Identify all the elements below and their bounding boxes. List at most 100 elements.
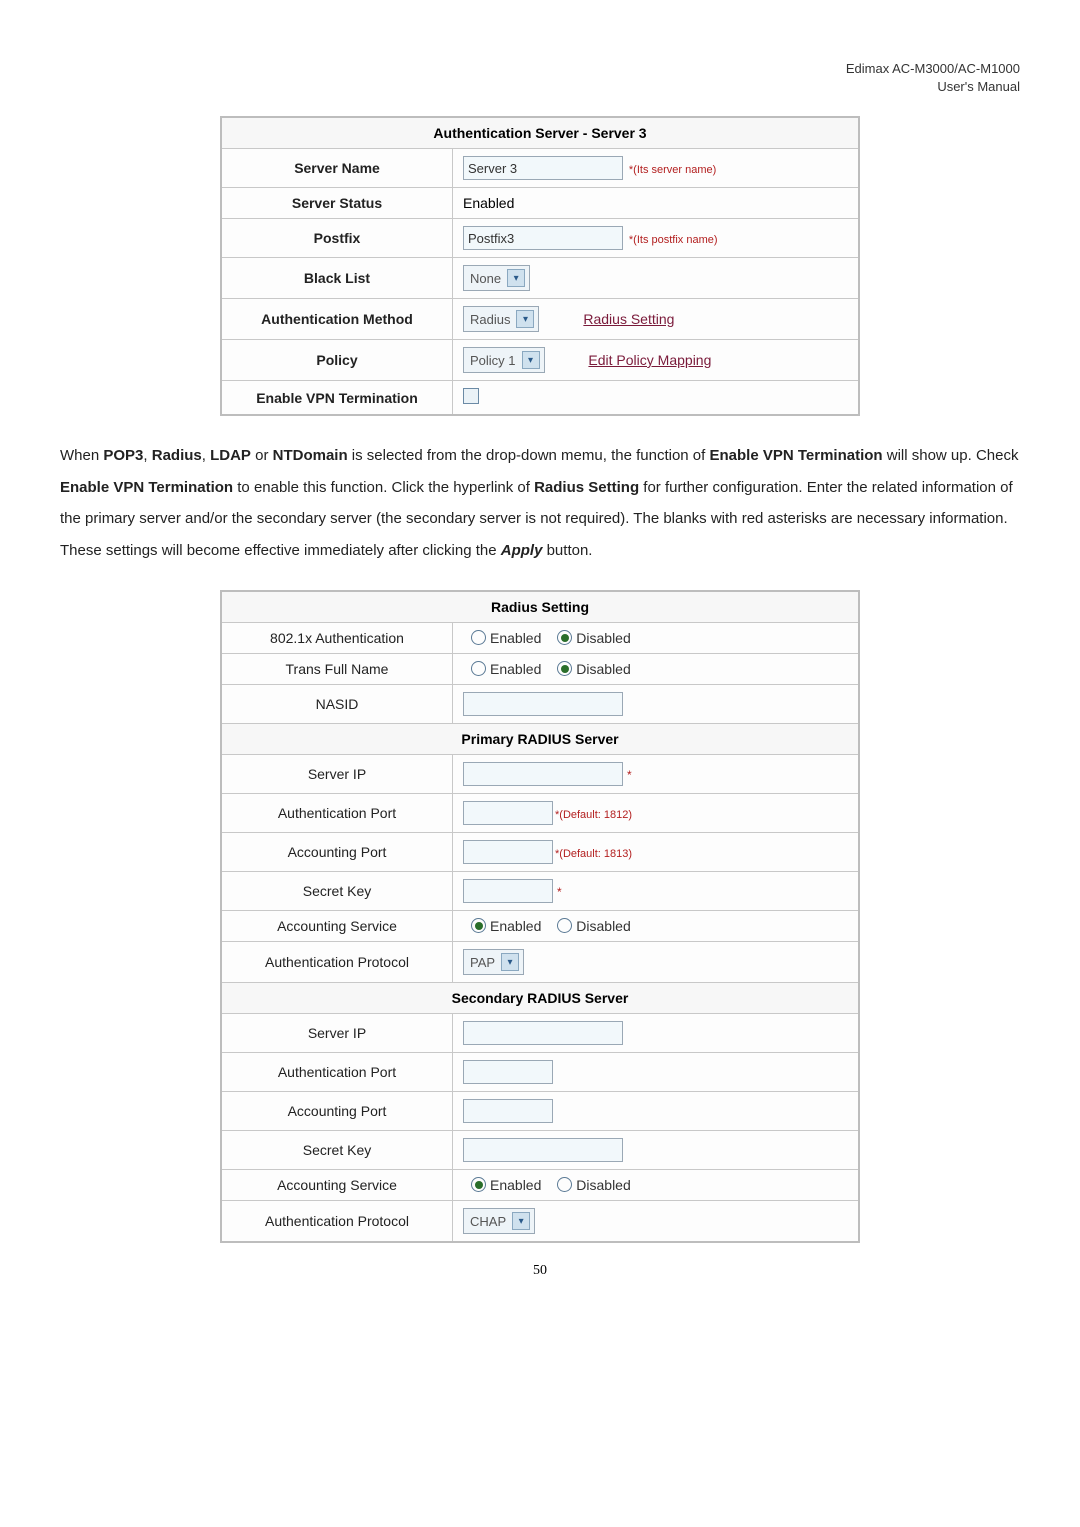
label-pri-serverip: Server IP (221, 755, 453, 794)
server-name-hint: *(Its server name) (627, 164, 716, 176)
auth-method-dropdown[interactable]: Radius ▾ (463, 306, 539, 332)
para-bold: Radius (152, 447, 202, 464)
radio-pri-acct-disabled[interactable] (557, 918, 572, 933)
label-server-status: Server Status (221, 188, 453, 219)
label-sec-acctservice: Accounting Service (221, 1170, 453, 1201)
auth-method-value: Radius (470, 312, 510, 327)
radio-label: Enabled (490, 630, 541, 646)
sec-acctport-input[interactable] (463, 1099, 553, 1123)
chevron-down-icon: ▾ (522, 351, 540, 369)
sec-authport-input[interactable] (463, 1060, 553, 1084)
label-sec-secret: Secret Key (221, 1131, 453, 1170)
description-paragraph: When POP3, Radius, LDAP or NTDomain is s… (60, 440, 1020, 566)
label-nasid: NASID (221, 685, 453, 724)
label-sec-authport: Authentication Port (221, 1053, 453, 1092)
label-blacklist: Black List (221, 258, 453, 299)
server-status-value: Enabled (453, 188, 860, 219)
radio-8021x-enabled[interactable] (471, 630, 486, 645)
sec-secret-input[interactable] (463, 1138, 623, 1162)
blacklist-value: None (470, 271, 501, 286)
radio-label: Disabled (576, 1177, 630, 1193)
required-hint: * (553, 885, 562, 899)
policy-value: Policy 1 (470, 353, 516, 368)
primary-title: Primary RADIUS Server (221, 724, 859, 755)
radius-setting-table: Radius Setting 802.1x Authentication Ena… (220, 590, 860, 1243)
para-text: , (202, 447, 210, 464)
sec-authproto-dropdown[interactable]: CHAP ▾ (463, 1208, 535, 1234)
policy-dropdown[interactable]: Policy 1 ▾ (463, 347, 545, 373)
auth-table-title: Authentication Server - Server 3 (221, 117, 859, 149)
para-bold: Radius Setting (534, 479, 639, 496)
edit-policy-mapping-link[interactable]: Edit Policy Mapping (588, 352, 711, 368)
chevron-down-icon: ▾ (512, 1212, 530, 1230)
secondary-title: Secondary RADIUS Server (221, 983, 859, 1014)
para-bold: Enable VPN Termination (60, 479, 233, 496)
radio-label: Enabled (490, 661, 541, 677)
sec-serverip-input[interactable] (463, 1021, 623, 1045)
label-pri-acctservice: Accounting Service (221, 911, 453, 942)
radio-pri-acct-enabled[interactable] (471, 918, 486, 933)
radius-title: Radius Setting (221, 591, 859, 623)
radio-label: Enabled (490, 1177, 541, 1193)
para-bold: LDAP (210, 447, 251, 464)
chevron-down-icon: ▾ (516, 310, 534, 328)
header-line2: User's Manual (937, 79, 1020, 94)
para-text: , (143, 447, 151, 464)
pri-authport-input[interactable] (463, 801, 553, 825)
radio-label: Enabled (490, 918, 541, 934)
default-hint: *(Default: 1813) (553, 848, 632, 860)
document-header: Edimax AC-M3000/AC-M1000 User's Manual (60, 60, 1020, 96)
chevron-down-icon: ▾ (507, 269, 525, 287)
pri-authproto-value: PAP (470, 955, 495, 970)
para-bold: Enable VPN Termination (709, 447, 882, 464)
label-policy: Policy (221, 340, 453, 381)
radio-trans-disabled[interactable] (557, 661, 572, 676)
blacklist-dropdown[interactable]: None ▾ (463, 265, 530, 291)
sec-authproto-value: CHAP (470, 1214, 506, 1229)
para-text: or (251, 447, 273, 464)
radio-8021x-disabled[interactable] (557, 630, 572, 645)
label-sec-authproto: Authentication Protocol (221, 1201, 453, 1243)
label-pri-authproto: Authentication Protocol (221, 942, 453, 983)
label-enable-vpn: Enable VPN Termination (221, 381, 453, 416)
para-bold: NTDomain (273, 447, 348, 464)
radio-label: Disabled (576, 661, 630, 677)
radio-sec-acct-disabled[interactable] (557, 1177, 572, 1192)
default-hint: *(Default: 1812) (553, 809, 632, 821)
header-line1: Edimax AC-M3000/AC-M1000 (846, 61, 1020, 76)
nasid-input[interactable] (463, 692, 623, 716)
radio-label: Disabled (576, 918, 630, 934)
postfix-input[interactable] (463, 226, 623, 250)
label-sec-acctport: Accounting Port (221, 1092, 453, 1131)
label-pri-acctport: Accounting Port (221, 833, 453, 872)
radio-sec-acct-enabled[interactable] (471, 1177, 486, 1192)
required-hint: * (623, 768, 632, 782)
label-pri-secret: Secret Key (221, 872, 453, 911)
para-text: is selected from the drop-down memu, the… (348, 447, 710, 464)
pri-authproto-dropdown[interactable]: PAP ▾ (463, 949, 524, 975)
radio-trans-enabled[interactable] (471, 661, 486, 676)
radius-setting-link[interactable]: Radius Setting (583, 311, 674, 327)
pri-acctport-input[interactable] (463, 840, 553, 864)
label-server-name: Server Name (221, 149, 453, 188)
pri-serverip-input[interactable] (463, 762, 623, 786)
para-bold: POP3 (103, 447, 143, 464)
para-text: When (60, 447, 103, 464)
pri-secret-input[interactable] (463, 879, 553, 903)
chevron-down-icon: ▾ (501, 953, 519, 971)
radio-label: Disabled (576, 630, 630, 646)
para-bold-italic: Apply (501, 542, 543, 559)
page-number: 50 (60, 1263, 1020, 1279)
label-8021x: 802.1x Authentication (221, 623, 453, 654)
enable-vpn-checkbox[interactable] (463, 388, 479, 404)
server-name-input[interactable] (463, 156, 623, 180)
auth-server-table: Authentication Server - Server 3 Server … (220, 116, 860, 416)
label-transname: Trans Full Name (221, 654, 453, 685)
label-pri-authport: Authentication Port (221, 794, 453, 833)
para-text: to enable this function. Click the hyper… (233, 479, 534, 496)
label-sec-serverip: Server IP (221, 1014, 453, 1053)
label-postfix: Postfix (221, 219, 453, 258)
para-text: button. (542, 542, 592, 559)
para-text: will show up. Check (883, 447, 1019, 464)
label-auth-method: Authentication Method (221, 299, 453, 340)
